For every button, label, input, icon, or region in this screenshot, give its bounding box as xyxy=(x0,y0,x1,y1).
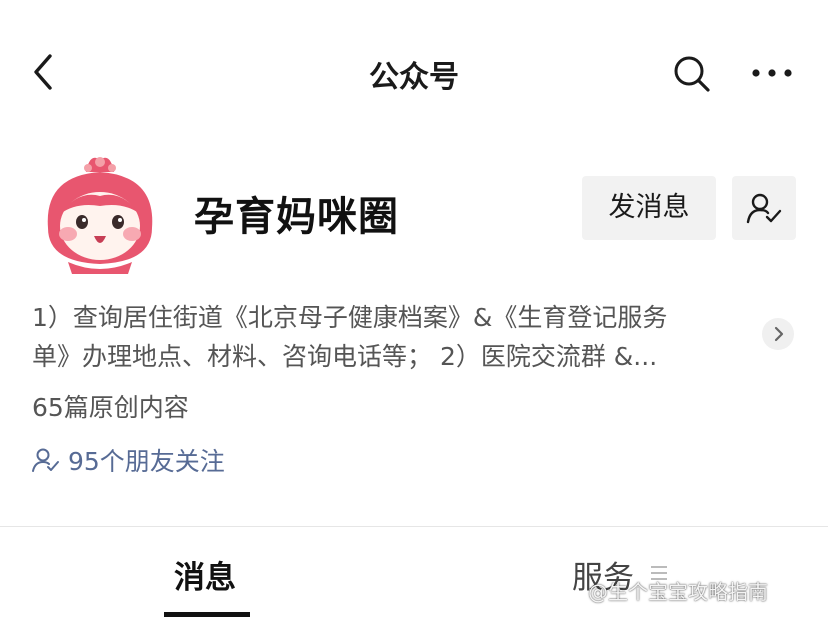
description-line: 1）查询居住街道《北京母子健康档案》&《生育登记服务 xyxy=(32,303,668,332)
active-tab-indicator xyxy=(164,612,250,617)
section-divider xyxy=(0,526,828,527)
more-button[interactable] xyxy=(748,56,796,90)
description-line: 单》办理地点、材料、咨询电话等； 2）医院交流群 &... xyxy=(32,342,658,371)
chevron-left-icon xyxy=(34,54,52,90)
account-name: 孕育妈咪圈 xyxy=(194,194,399,240)
strawberry-girl-avatar-icon xyxy=(47,157,153,274)
friends-following-text: 95个朋友关注 xyxy=(68,447,225,476)
page-title-text: 公众号 xyxy=(369,60,459,95)
follow-status-button[interactable] xyxy=(732,176,796,240)
chevron-right-icon xyxy=(774,326,784,342)
friends-icon xyxy=(32,448,59,472)
account-avatar[interactable] xyxy=(38,150,162,276)
search-icon xyxy=(674,56,710,92)
user-check-icon xyxy=(746,193,782,224)
send-message-button[interactable]: 发消息 xyxy=(582,176,716,240)
search-button[interactable] xyxy=(668,50,716,96)
account-description[interactable]: 1）查询居住街道《北京母子健康档案》&《生育登记服务 单》办理地点、材料、咨询电… xyxy=(32,298,762,376)
friends-following[interactable]: 95个朋友关注 xyxy=(32,442,225,478)
tab-messages[interactable]: 消息 xyxy=(174,552,236,597)
watermark: @生个宝宝攻略指南 xyxy=(588,580,768,604)
original-content-count[interactable]: 65篇原创内容 xyxy=(32,388,189,424)
description-expand-button[interactable] xyxy=(762,318,794,350)
more-horizontal-icon xyxy=(752,69,792,77)
back-button[interactable] xyxy=(26,50,62,94)
top-bar: 公众号 xyxy=(0,0,828,140)
